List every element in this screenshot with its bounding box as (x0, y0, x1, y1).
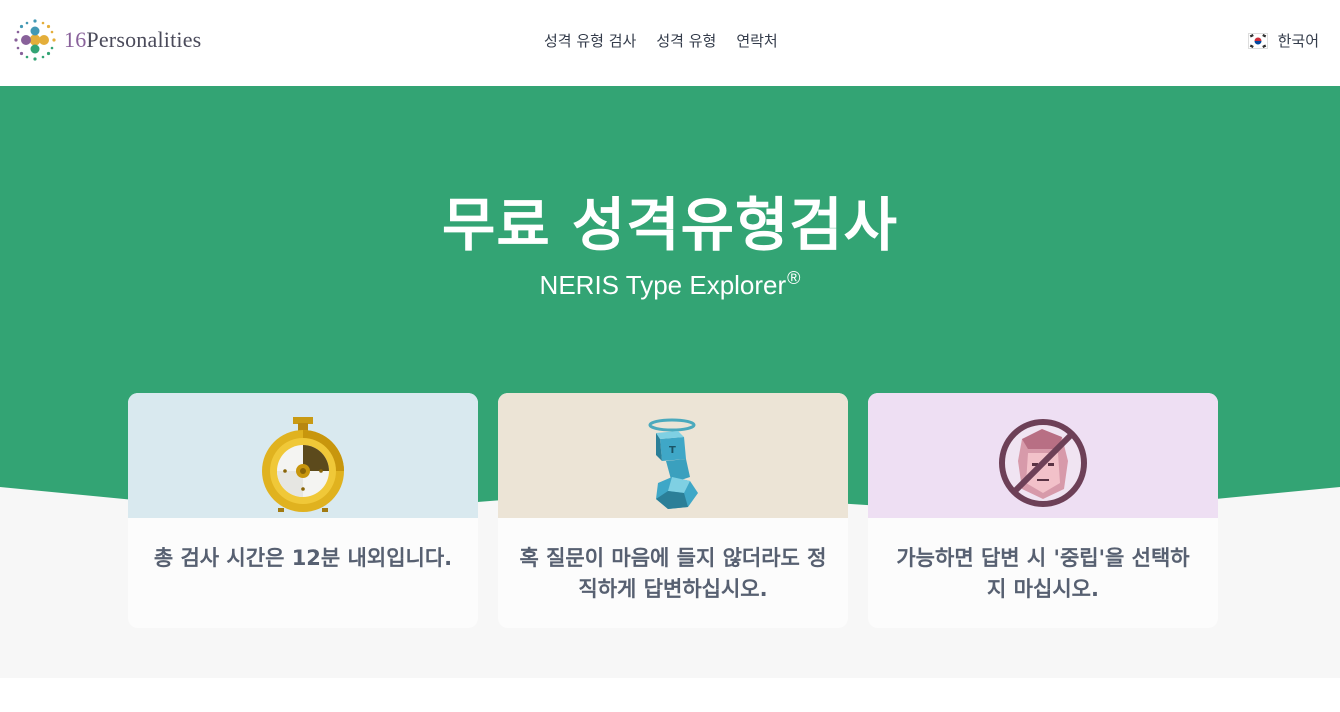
subtitle-text: NERIS Type Explorer (539, 270, 787, 300)
logo-number: 16 (64, 27, 87, 52)
language-label: 한국어 (1277, 32, 1319, 50)
language-selector[interactable]: 한국어 (1247, 30, 1319, 51)
nav-item-contact[interactable]: 연락처 (736, 30, 777, 51)
site-logo[interactable]: 16Personalities (12, 18, 201, 62)
page-title: 무료 성격유형검사 (441, 191, 899, 259)
korea-flag-icon (1247, 32, 1268, 49)
nav-item-types[interactable]: 성격 유형 (656, 30, 716, 51)
logo-word: Personalities (86, 27, 202, 52)
info-card-neutral: 가능하면 답변 시 '중립'을 선택하지 마십시오. (868, 393, 1218, 628)
logo-text: 16Personalities (64, 27, 201, 53)
nav-item-test[interactable]: 성격 유형 검사 (544, 30, 636, 51)
info-card-honesty: T 혹 질문이 마음에 들지 않더라도 정직하게 답변하십시오. (498, 393, 848, 628)
svg-text:T: T (669, 445, 676, 456)
info-card-time: 총 검사 시간은 12분 내외입니다. (128, 393, 478, 628)
honest-angel-icon: T (648, 418, 698, 509)
card-text: 가능하면 답변 시 '중립'을 선택하지 마십시오. (896, 546, 1190, 601)
stopwatch-icon (262, 417, 344, 512)
site-header: 16Personalities 성격 유형 검사 성격 유형 연락처 한국어 (0, 0, 1340, 86)
no-neutral-face-icon (999, 419, 1087, 507)
card-text: 혹 질문이 마음에 들지 않더라도 정직하게 답변하십시오. (519, 546, 827, 601)
card-text: 총 검사 시간은 12분 내외입니다. (153, 546, 453, 570)
main-nav: 성격 유형 검사 성격 유형 연락처 (544, 30, 778, 51)
registered-mark: ® (787, 268, 801, 288)
page-subtitle: NERIS Type Explorer® (0, 268, 1340, 301)
logo-dots-icon (14, 19, 56, 61)
